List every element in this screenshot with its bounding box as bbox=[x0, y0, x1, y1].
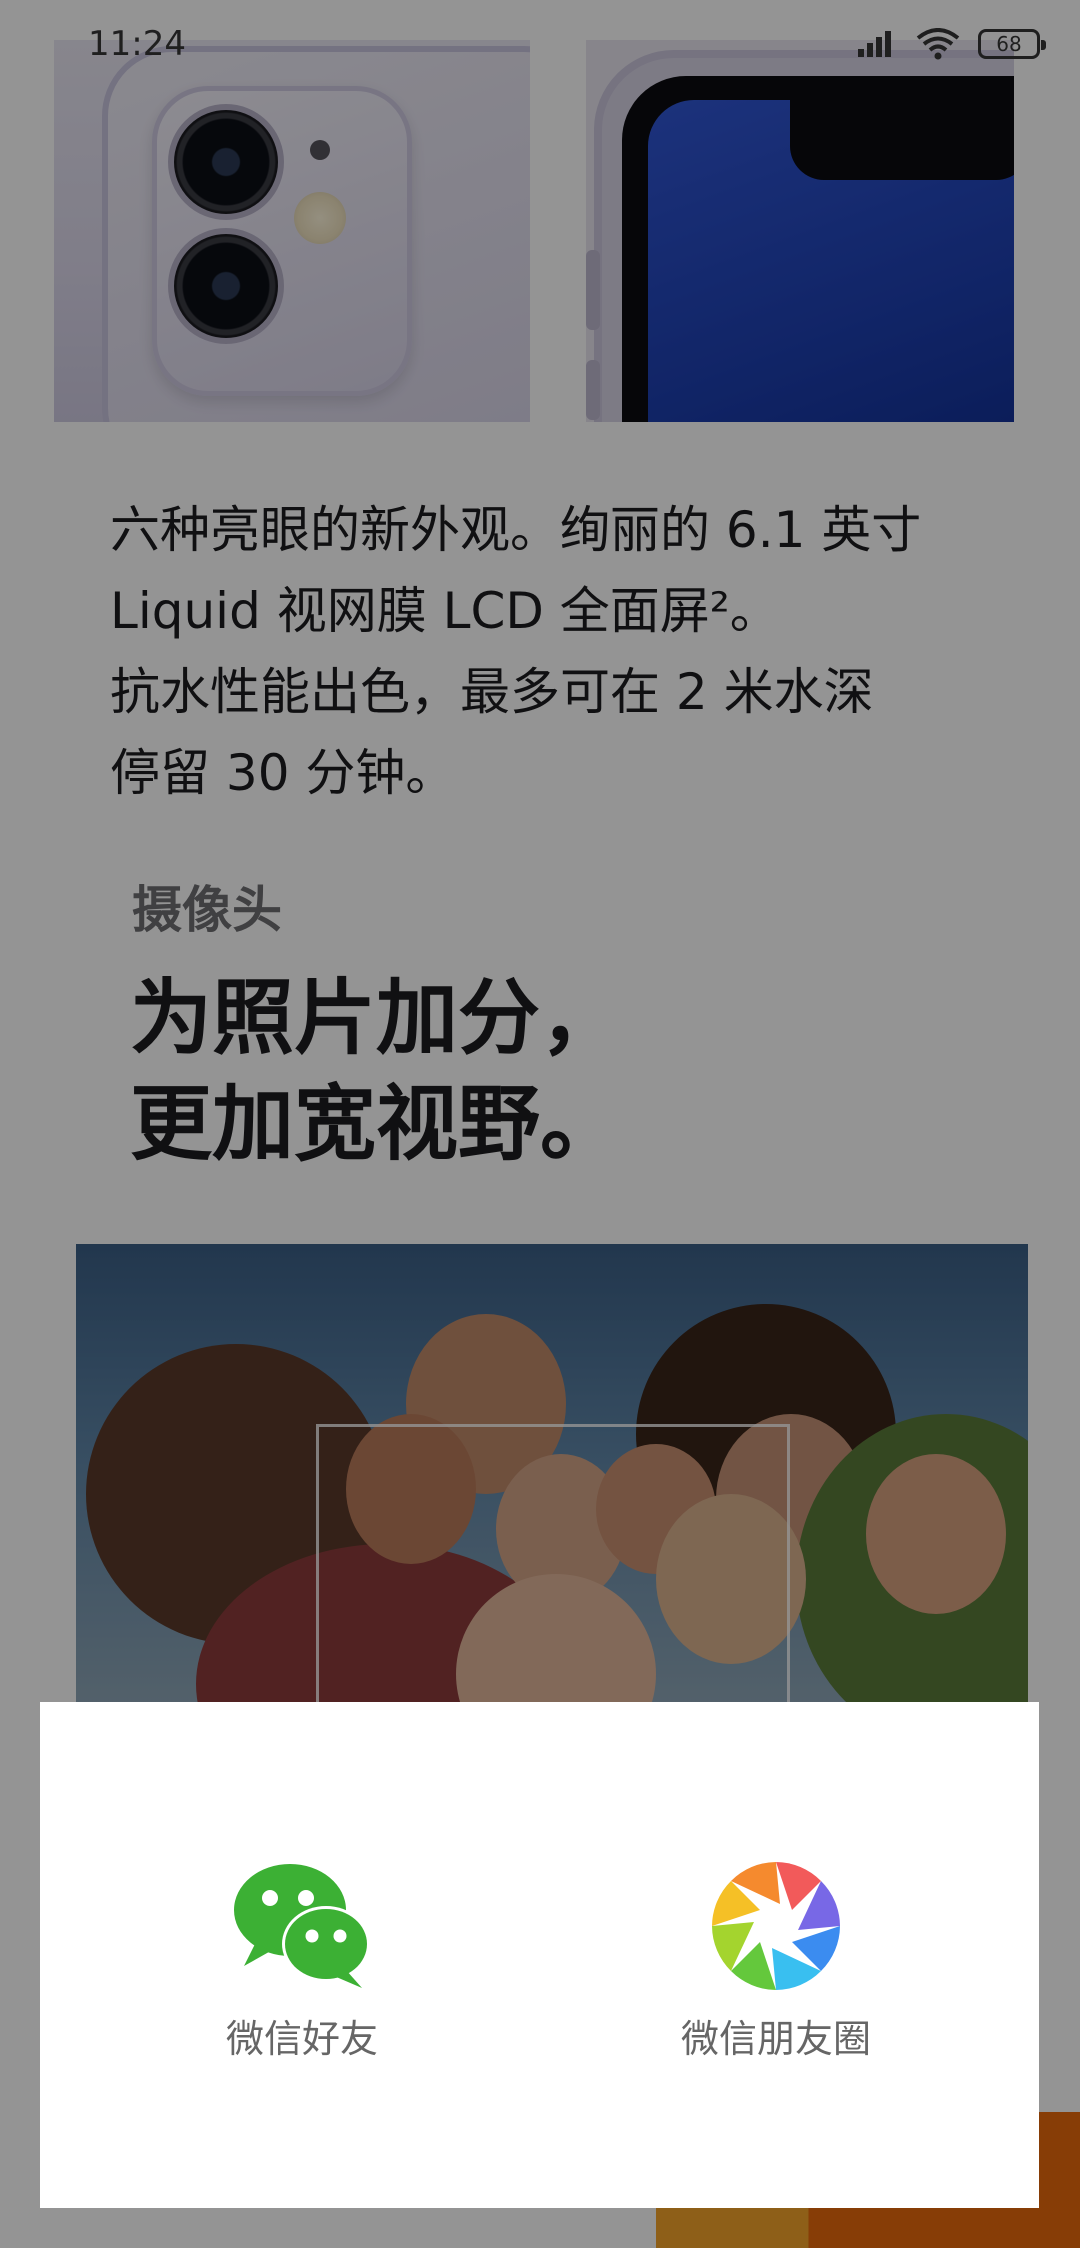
wechat-icon bbox=[234, 1864, 370, 1988]
share-wechat-friend-label: 微信好友 bbox=[225, 2017, 378, 2061]
moments-icon bbox=[712, 1862, 840, 1990]
status-bar: 11:24 68 bbox=[0, 0, 1080, 96]
share-wechat-friend-button[interactable]: 微信好友 bbox=[152, 1862, 452, 2063]
status-time: 11:24 bbox=[88, 24, 186, 64]
share-sheet: 微信好友 微信朋友圈 bbox=[40, 1702, 1039, 2208]
status-icons: 68 bbox=[856, 28, 1046, 60]
battery-icon: 68 bbox=[978, 29, 1046, 59]
page: 11:24 68 六种亮眼的新外观。绚丽的 6.1 英寸 Liquid 视网膜 … bbox=[0, 0, 1080, 2248]
signal-icon bbox=[856, 29, 898, 59]
share-wechat-moments-button[interactable]: 微信朋友圈 bbox=[626, 1862, 926, 2063]
wifi-icon bbox=[916, 28, 960, 60]
share-wechat-moments-label: 微信朋友圈 bbox=[680, 2017, 871, 2061]
